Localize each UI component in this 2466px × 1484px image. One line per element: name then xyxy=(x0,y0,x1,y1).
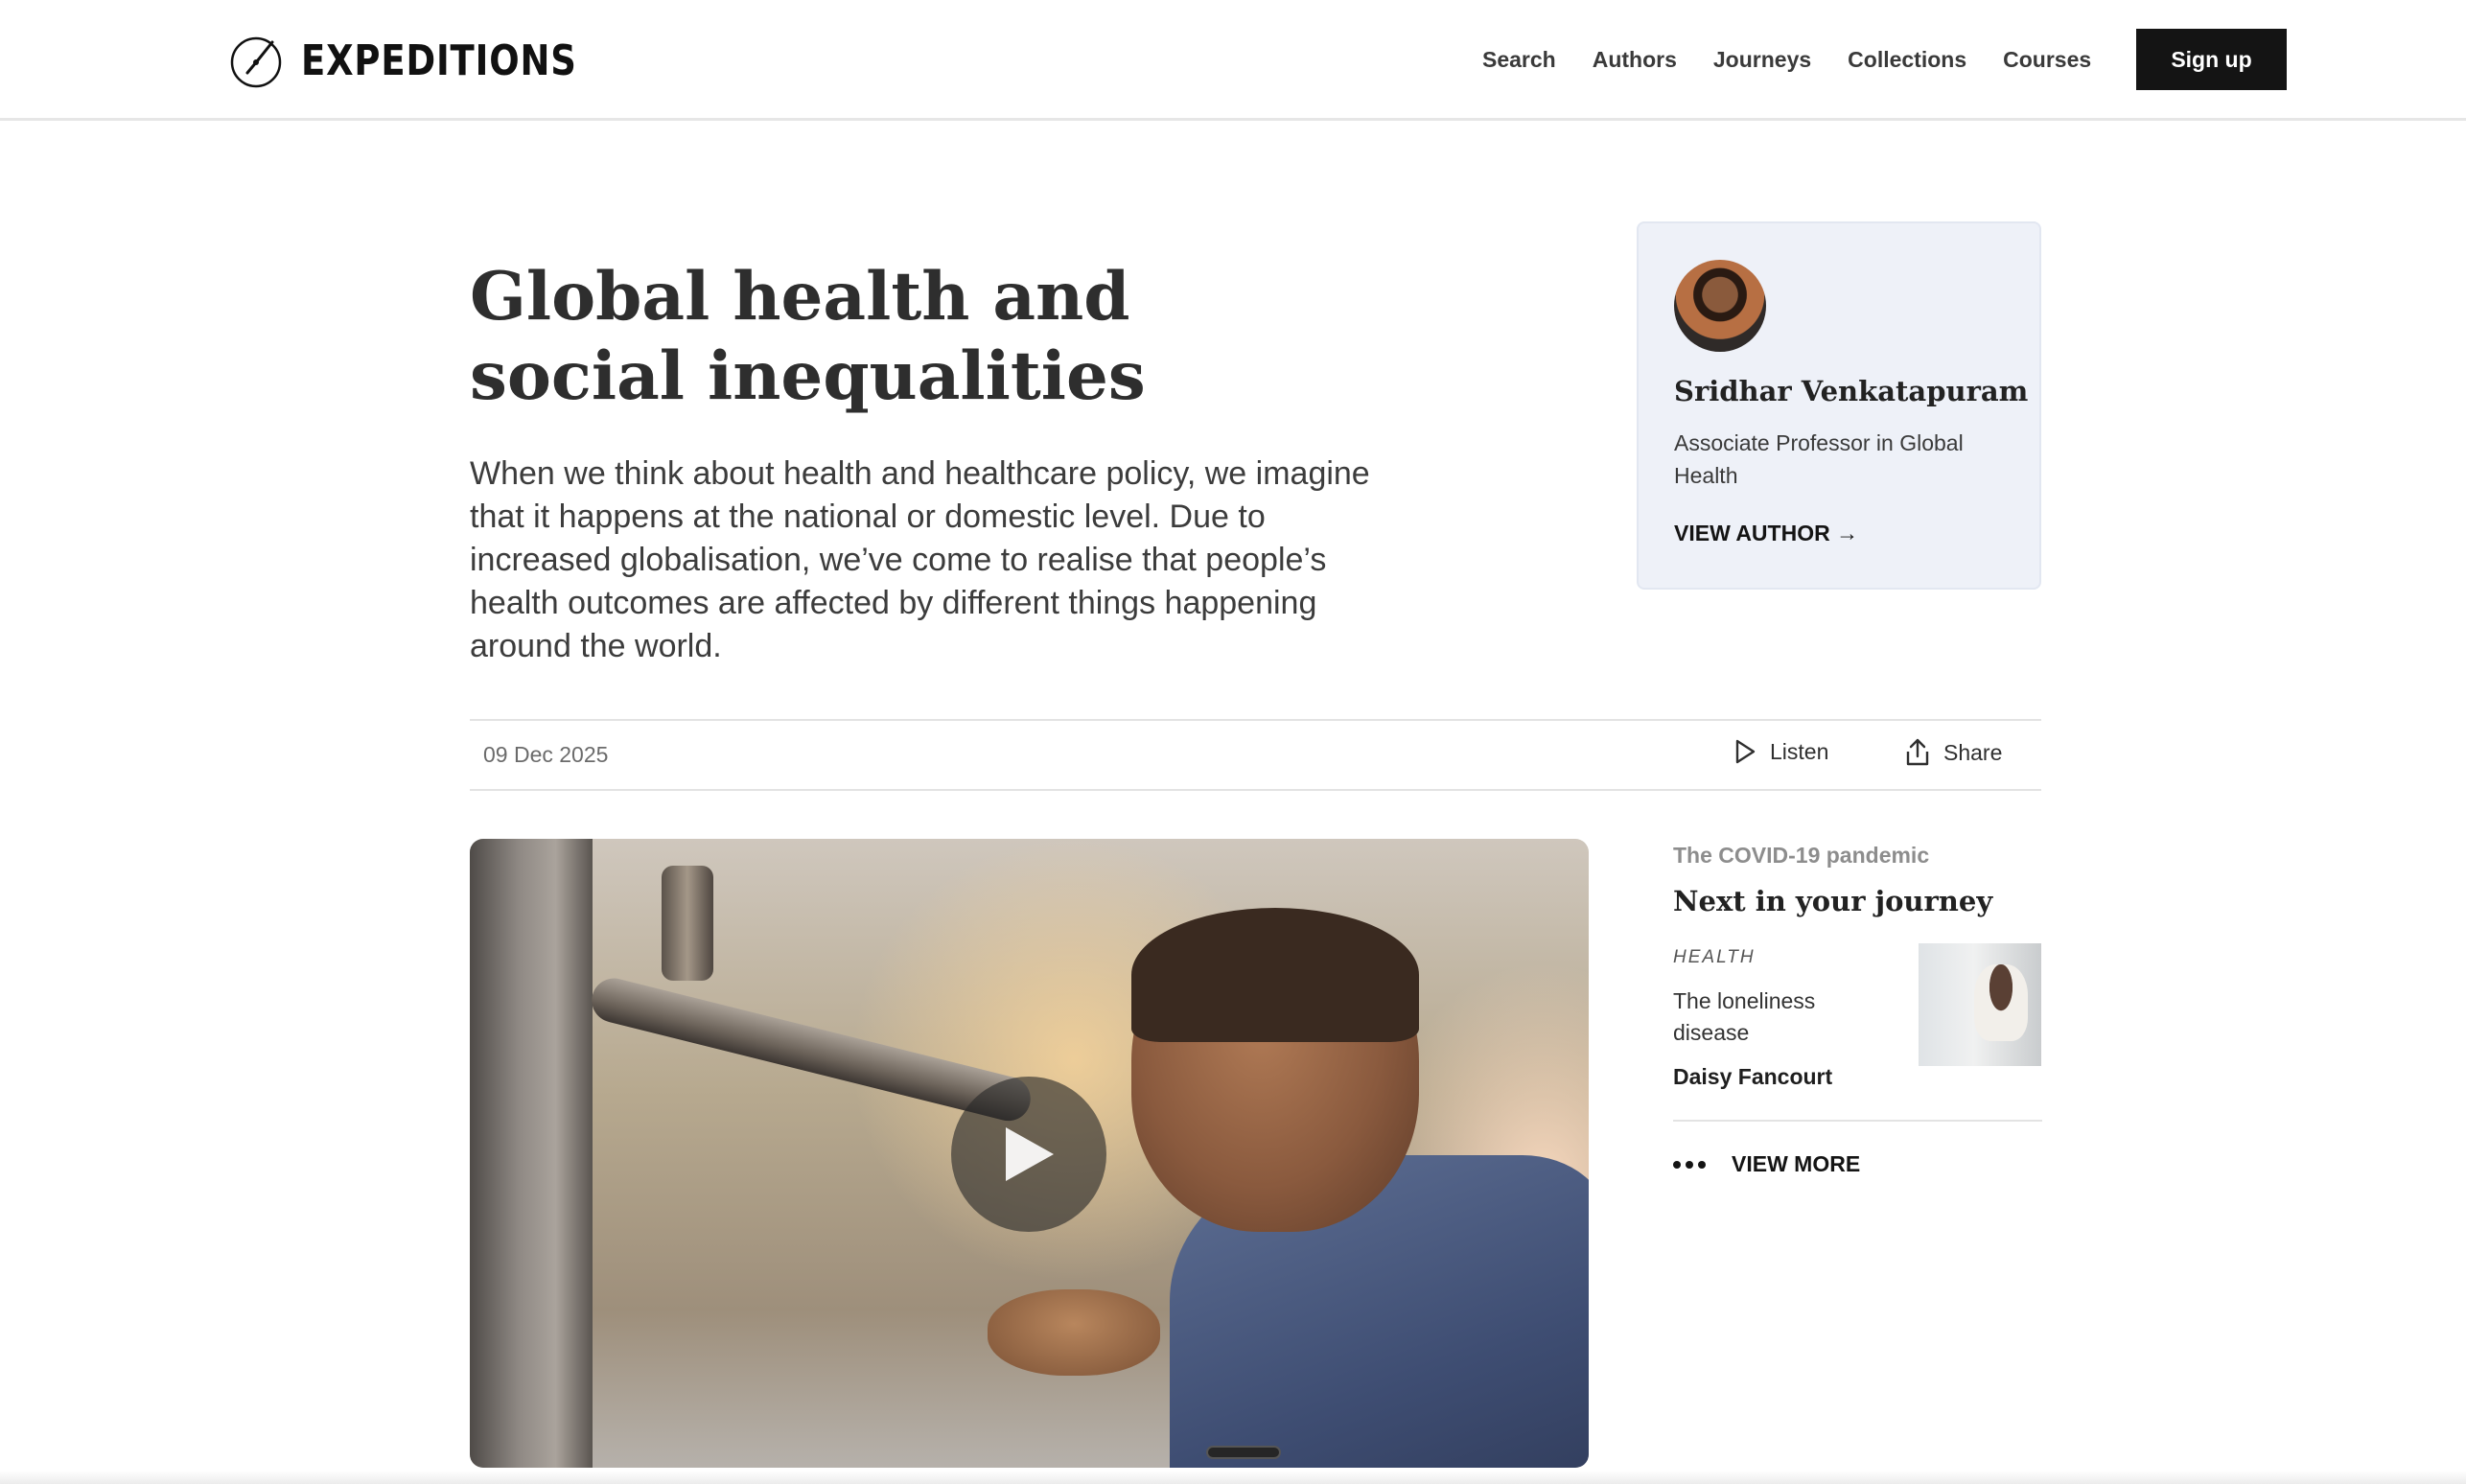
sign-up-button[interactable]: Sign up xyxy=(2136,29,2287,90)
card-tag: HEALTH xyxy=(1673,947,1756,967)
publish-date: 09 Dec 2025 xyxy=(483,742,609,767)
video-frame-child-hands xyxy=(988,1289,1160,1376)
share-label: Share xyxy=(1943,739,2003,765)
video-player[interactable] xyxy=(470,839,1589,1468)
view-author-link[interactable]: VIEW AUTHOR → xyxy=(1674,521,1858,546)
view-more-button[interactable]: VIEW MORE xyxy=(1673,1151,1860,1177)
card-title[interactable]: The loneliness disease xyxy=(1673,985,1884,1049)
thumbnail-person xyxy=(1974,964,2028,1041)
video-play-button[interactable] xyxy=(951,1077,1106,1232)
site-logo[interactable]: EXPEDITIONS xyxy=(228,31,629,90)
card-author: Daisy Fancourt xyxy=(1673,1064,1833,1089)
video-frame-faucet xyxy=(587,973,1035,1126)
author-card: Sridhar Venkatapuram Associate Professor… xyxy=(1637,221,2041,590)
nav-authors[interactable]: Authors xyxy=(1593,47,1677,73)
card-thumbnail[interactable] xyxy=(1919,943,2041,1066)
nav-journeys[interactable]: Journeys xyxy=(1713,47,1811,73)
journey-kicker[interactable]: The COVID-19 pandemic xyxy=(1673,843,1929,869)
view-more-label: VIEW MORE xyxy=(1732,1151,1861,1176)
nav-collections[interactable]: Collections xyxy=(1848,47,1966,73)
author-role: Associate Professor in Global Health xyxy=(1674,430,1964,488)
video-frame-faucet-handle xyxy=(662,866,713,981)
listen-label: Listen xyxy=(1770,738,1829,764)
article-lede: When we think about health and healthcar… xyxy=(470,455,1370,664)
more-dots-icon xyxy=(1673,1160,1710,1169)
video-frame-child-hair xyxy=(1131,908,1419,1042)
play-outline-icon xyxy=(1735,739,1756,764)
avatar xyxy=(1674,260,1766,352)
video-frame-pole xyxy=(470,839,593,1468)
share-upload-icon xyxy=(1906,738,1929,766)
main-nav: Search Authors Journeys Collections Cour… xyxy=(1482,29,2128,90)
author-name: Sridhar Venkatapuram xyxy=(1674,375,2029,407)
nav-courses[interactable]: Courses xyxy=(2003,47,2091,73)
play-icon xyxy=(1006,1127,1054,1181)
page-title: Global health and social inequalities xyxy=(470,258,1146,415)
page-bottom-edge xyxy=(0,1471,2466,1484)
article-meta-bar: 09 Dec 2025 Listen Share xyxy=(470,719,2041,791)
site-header: EXPEDITIONS Search Authors Journeys Coll… xyxy=(0,0,2466,121)
listen-button[interactable]: Listen xyxy=(1733,738,1828,765)
compass-logo-icon xyxy=(230,36,282,88)
journey-title: Next in your journey xyxy=(1673,885,1993,917)
logo-text: EXPEDITIONS xyxy=(301,35,577,85)
share-button[interactable]: Share xyxy=(1905,738,2002,767)
divider xyxy=(1673,1120,2042,1122)
video-scrub-handle[interactable] xyxy=(1206,1446,1281,1459)
nav-search[interactable]: Search xyxy=(1482,47,1556,73)
